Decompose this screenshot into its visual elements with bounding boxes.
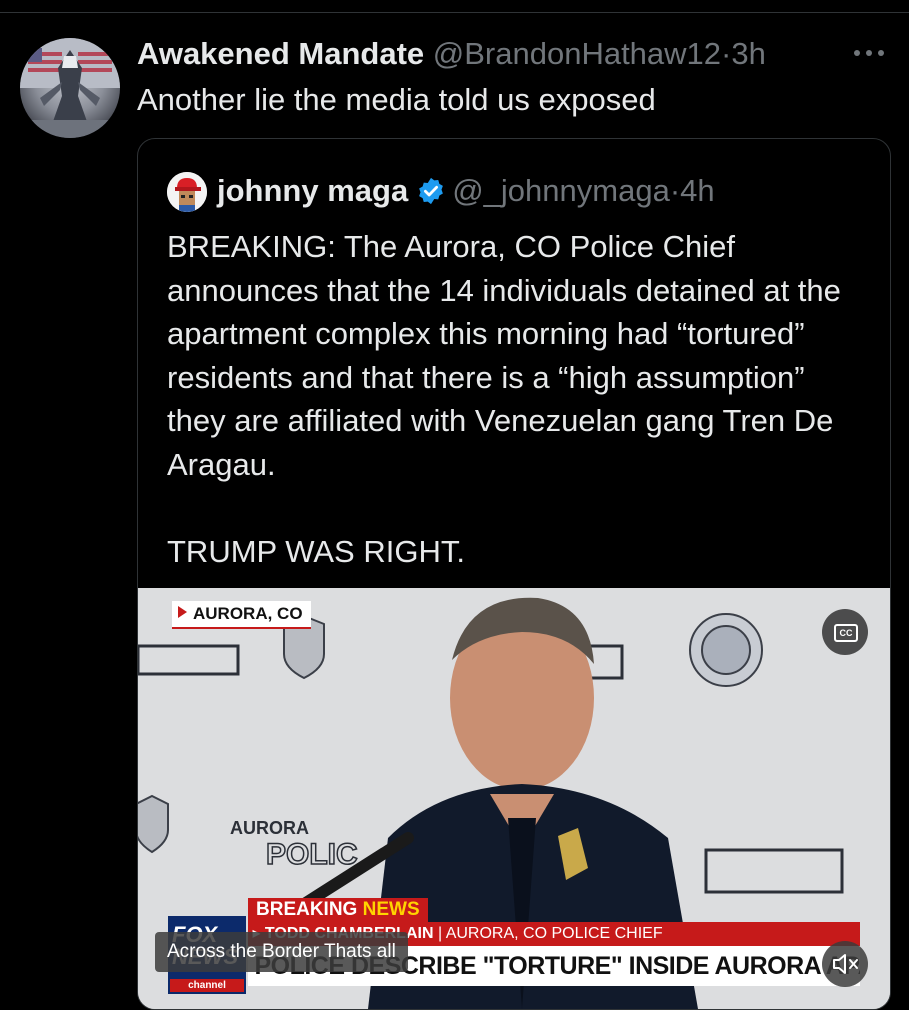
quoted-time[interactable]: 4h [680, 173, 714, 208]
separator-dot: · [721, 36, 732, 71]
quoted-post[interactable]: johnny maga @_johnnymaga·4h BREAKING: The… [137, 138, 891, 1010]
top-divider [0, 12, 909, 13]
location-tag: AURORA, CO [172, 601, 311, 629]
quoted-handle[interactable]: @_johnnymaga [452, 173, 670, 208]
svg-text:POLIC: POLIC [266, 838, 358, 871]
mute-button[interactable] [822, 941, 868, 987]
more-icon[interactable] [848, 38, 890, 68]
quoted-header: johnny maga @_johnnymaga·4h [217, 170, 715, 217]
verified-icon [416, 175, 446, 217]
quoted-avatar[interactable] [167, 172, 207, 212]
network-channel: channel [170, 979, 244, 992]
quoted-text: BREAKING: The Aurora, CO Police Chief an… [167, 229, 841, 569]
cc-button[interactable]: CC [822, 609, 868, 655]
mute-icon [833, 954, 858, 974]
post-header: Awakened Mandate @BrandonHathaw12·3h [137, 34, 766, 74]
subtitle-caption: Across the Border Thats all [155, 932, 408, 972]
avatar-image [20, 38, 120, 138]
post-text: Another lie the media told us exposed [137, 82, 656, 117]
breaking-news-label: BREAKING NEWS [248, 898, 428, 922]
quoted-author-name[interactable]: johnny maga [217, 173, 408, 208]
speaker-title: AURORA, CO POLICE CHIEF [445, 925, 663, 942]
cc-icon: CC [834, 624, 858, 642]
avatar[interactable] [20, 38, 120, 138]
news-text: NEWS [362, 899, 420, 920]
separator-dot: · [669, 173, 681, 208]
breaking-text: BREAKING [256, 899, 358, 920]
author-handle[interactable]: @BrandonHathaw12 [433, 36, 721, 71]
svg-text:AURORA: AURORA [230, 818, 309, 838]
location-tag-text: AURORA, CO [193, 604, 303, 623]
post-time[interactable]: 3h [731, 36, 765, 71]
video-player[interactable]: AURORA POLIC AURORA, CO CC FOX NEWS chan… [138, 588, 890, 1009]
author-name[interactable]: Awakened Mandate [137, 36, 424, 71]
